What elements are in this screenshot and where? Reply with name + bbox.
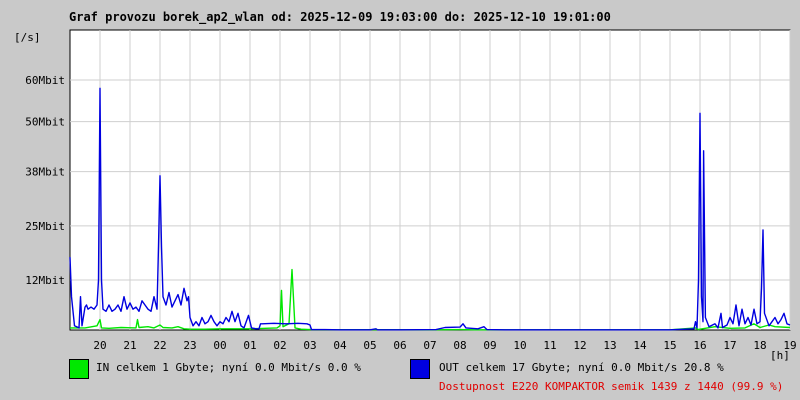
x-tick-label-10: 10: [513, 339, 526, 352]
x-tick-label-05: 05: [363, 339, 376, 352]
x-tick-label-09: 09: [483, 339, 496, 352]
x-tick-label-16: 16: [693, 339, 706, 352]
x-tick-label-07: 07: [423, 339, 436, 352]
x-tick-label-23: 23: [183, 339, 196, 352]
y-tick-label-12Mbit: 12Mbit: [25, 274, 65, 287]
x-tick-label-02: 02: [273, 339, 286, 352]
x-tick-label-20: 20: [93, 339, 106, 352]
x-tick-label-14: 14: [633, 339, 647, 352]
x-tick-label-13: 13: [603, 339, 616, 352]
x-tick-label-06: 06: [393, 339, 406, 352]
x-tick-label-18: 18: [753, 339, 766, 352]
availability-text: Dostupnost E220 KOMPAKTOR semik 1439 z 1…: [439, 380, 784, 393]
x-tick-label-21: 21: [123, 339, 136, 352]
x-tick-label-04: 04: [333, 339, 347, 352]
x-tick-label-11: 11: [543, 339, 556, 352]
y-tick-label-60Mbit: 60Mbit: [25, 74, 65, 87]
x-axis-label: [h]: [770, 349, 790, 362]
x-tick-label-12: 12: [573, 339, 586, 352]
in-legend-swatch: [69, 359, 89, 379]
y-tick-label-50Mbit: 50Mbit: [25, 116, 65, 129]
x-tick-label-15: 15: [663, 339, 676, 352]
y-tick-label-38Mbit: 38Mbit: [25, 166, 65, 179]
x-tick-label-17: 17: [723, 339, 736, 352]
y-tick-label-25Mbit: 25Mbit: [25, 220, 65, 233]
x-tick-label-08: 08: [453, 339, 466, 352]
x-tick-label-03: 03: [303, 339, 316, 352]
y-axis-label: [/s]: [14, 31, 41, 44]
out-legend-text: OUT celkem 17 Gbyte; nyní 0.0 Mbit/s 20.…: [439, 361, 724, 374]
x-tick-label-01: 01: [243, 339, 256, 352]
in-legend-text: IN celkem 1 Gbyte; nyní 0.0 Mbit/s 0.0 %: [96, 361, 361, 374]
out-legend-swatch: [410, 359, 430, 379]
traffic-chart: 20 21 22 23 00 01 02 03 04 05 06 07 08 09 10 11 12 13 14 15…: [14, 29, 797, 362]
x-tick-label-22: 22: [153, 339, 166, 352]
x-tick-label-00: 00: [213, 339, 226, 352]
